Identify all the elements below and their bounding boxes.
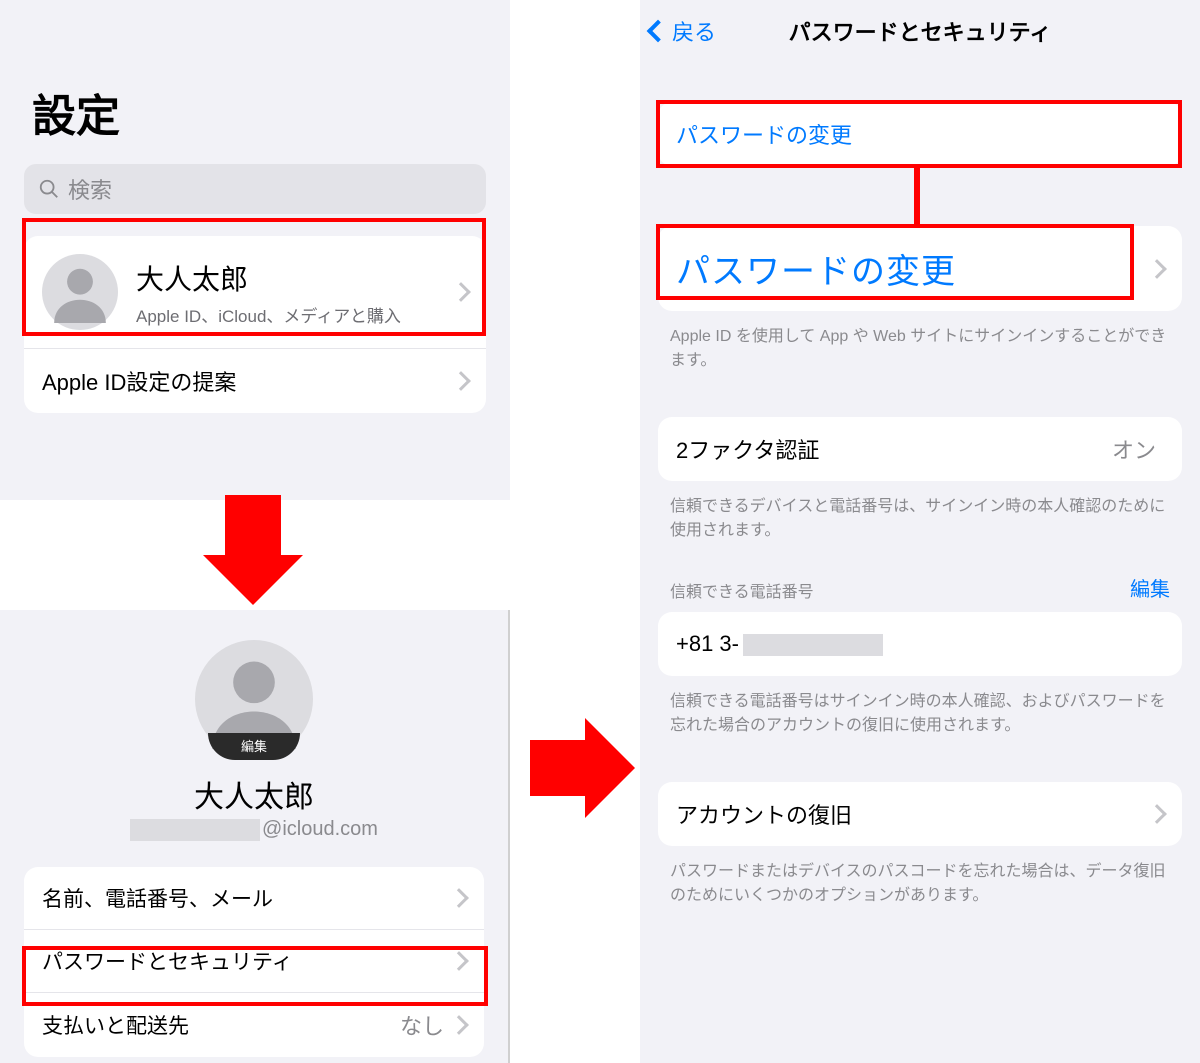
avatar xyxy=(42,254,118,330)
row-password-security[interactable]: パスワードとセキュリティ xyxy=(24,929,484,992)
two-factor-card: 2ファクタ認証 オン xyxy=(658,417,1182,481)
chevron-right-icon xyxy=(451,282,471,302)
connector-line xyxy=(914,168,920,226)
avatar-large[interactable]: 編集 xyxy=(195,640,313,758)
trusted-phone-row[interactable]: +81 3- xyxy=(658,612,1182,676)
recovery-row[interactable]: アカウントの復旧 xyxy=(658,782,1182,846)
phone-prefix: +81 3- xyxy=(676,631,739,656)
callout-label: パスワードの変更 xyxy=(676,244,1150,293)
two-factor-row[interactable]: 2ファクタ認証 オン xyxy=(658,417,1182,481)
change-password-callout[interactable]: パスワードの変更 xyxy=(658,226,1182,311)
profile-subtitle: Apple ID、iCloud、メディアと購入 xyxy=(136,302,454,327)
footer-text: パスワードまたはデバイスのパスコードを忘れた場合は、データ復旧のためにいくつかの… xyxy=(640,846,1200,908)
email-suffix: @icloud.com xyxy=(262,818,378,841)
chevron-left-icon xyxy=(647,20,670,43)
row-label: 名前、電話番号、メール xyxy=(42,883,452,913)
profile-texts: 大人太郎 Apple ID、iCloud、メディアと購入 xyxy=(136,258,454,327)
row-value: オン xyxy=(1112,433,1156,465)
row-label: パスワードの変更 xyxy=(676,118,1164,150)
phone-number: +81 3- xyxy=(676,631,1164,657)
screen-password-security: 戻る パスワードとセキュリティ パスワードの変更 パスワードの変更 Apple … xyxy=(640,0,1200,1063)
row-label: 2ファクタ認証 xyxy=(676,433,1112,465)
footer-text: 信頼できる電話番号はサインイン時の本人確認、およびパスワードを忘れた場合のアカウ… xyxy=(640,676,1200,738)
row-value: なし xyxy=(400,1009,444,1041)
footer-text: 信頼できるデバイスと電話番号は、サインイン時の本人確認のために使用されます。 xyxy=(640,481,1200,543)
chevron-right-icon xyxy=(449,1015,469,1035)
row-payment-shipping[interactable]: 支払いと配送先 なし xyxy=(24,992,484,1057)
person-icon xyxy=(49,261,111,323)
arrow-down-icon xyxy=(225,495,281,555)
appleid-profile-row[interactable]: 大人太郎 Apple ID、iCloud、メディアと購入 xyxy=(24,236,486,348)
back-label: 戻る xyxy=(672,15,716,47)
row-label: アカウントの復旧 xyxy=(676,798,1150,830)
profile-header: 編集 大人太郎 @icloud.com xyxy=(0,610,508,841)
trusted-phone-header: 信頼できる電話番号 編集 xyxy=(640,543,1200,612)
screen-appleid: 編集 大人太郎 @icloud.com 名前、電話番号、メール パスワードとセキ… xyxy=(0,610,510,1063)
back-button[interactable]: 戻る xyxy=(650,15,716,47)
row-name-phone-mail[interactable]: 名前、電話番号、メール xyxy=(24,867,484,929)
avatar-edit-badge[interactable]: 編集 xyxy=(208,733,300,760)
row-label: 支払いと配送先 xyxy=(42,1010,400,1040)
section-title: 信頼できる電話番号 xyxy=(670,578,814,602)
recovery-card: アカウントの復旧 xyxy=(658,782,1182,846)
chevron-right-icon xyxy=(451,371,471,391)
footer-text: Apple ID を使用して App や Web サイトにサインインすることがで… xyxy=(640,311,1200,373)
appleid-card: 大人太郎 Apple ID、iCloud、メディアと購入 Apple ID設定の… xyxy=(24,236,486,413)
search-icon xyxy=(38,178,60,200)
redacted-text xyxy=(743,634,883,656)
chevron-right-icon xyxy=(1147,804,1167,824)
edit-button[interactable]: 編集 xyxy=(1130,573,1170,602)
chevron-right-icon xyxy=(449,951,469,971)
arrow-right-icon xyxy=(530,740,585,796)
search-input[interactable]: 検索 xyxy=(24,164,486,214)
profile-name: 大人太郎 xyxy=(194,772,314,816)
row-label: パスワードとセキュリティ xyxy=(42,946,452,976)
chevron-right-icon xyxy=(1147,259,1167,279)
chevron-right-icon xyxy=(449,888,469,908)
row-label: Apple ID設定の提案 xyxy=(42,365,454,397)
change-password-card: パスワードの変更 xyxy=(658,102,1182,166)
appleid-list: 名前、電話番号、メール パスワードとセキュリティ 支払いと配送先 なし xyxy=(24,867,484,1057)
change-password-row[interactable]: パスワードの変更 xyxy=(658,102,1182,166)
screen-settings: 設定 検索 大人太郎 Apple ID、iCloud、メディアと購入 Apple… xyxy=(0,0,510,500)
nav-title: パスワードとセキュリティ xyxy=(640,15,1200,47)
appleid-suggestions-row[interactable]: Apple ID設定の提案 xyxy=(24,348,486,413)
nav-bar: 戻る パスワードとセキュリティ xyxy=(640,0,1200,62)
redacted-text xyxy=(130,819,260,841)
search-placeholder: 検索 xyxy=(68,173,112,205)
profile-email: @icloud.com xyxy=(130,818,378,841)
page-title: 設定 xyxy=(0,0,510,164)
profile-name: 大人太郎 xyxy=(136,258,454,298)
trusted-phone-card: +81 3- xyxy=(658,612,1182,676)
